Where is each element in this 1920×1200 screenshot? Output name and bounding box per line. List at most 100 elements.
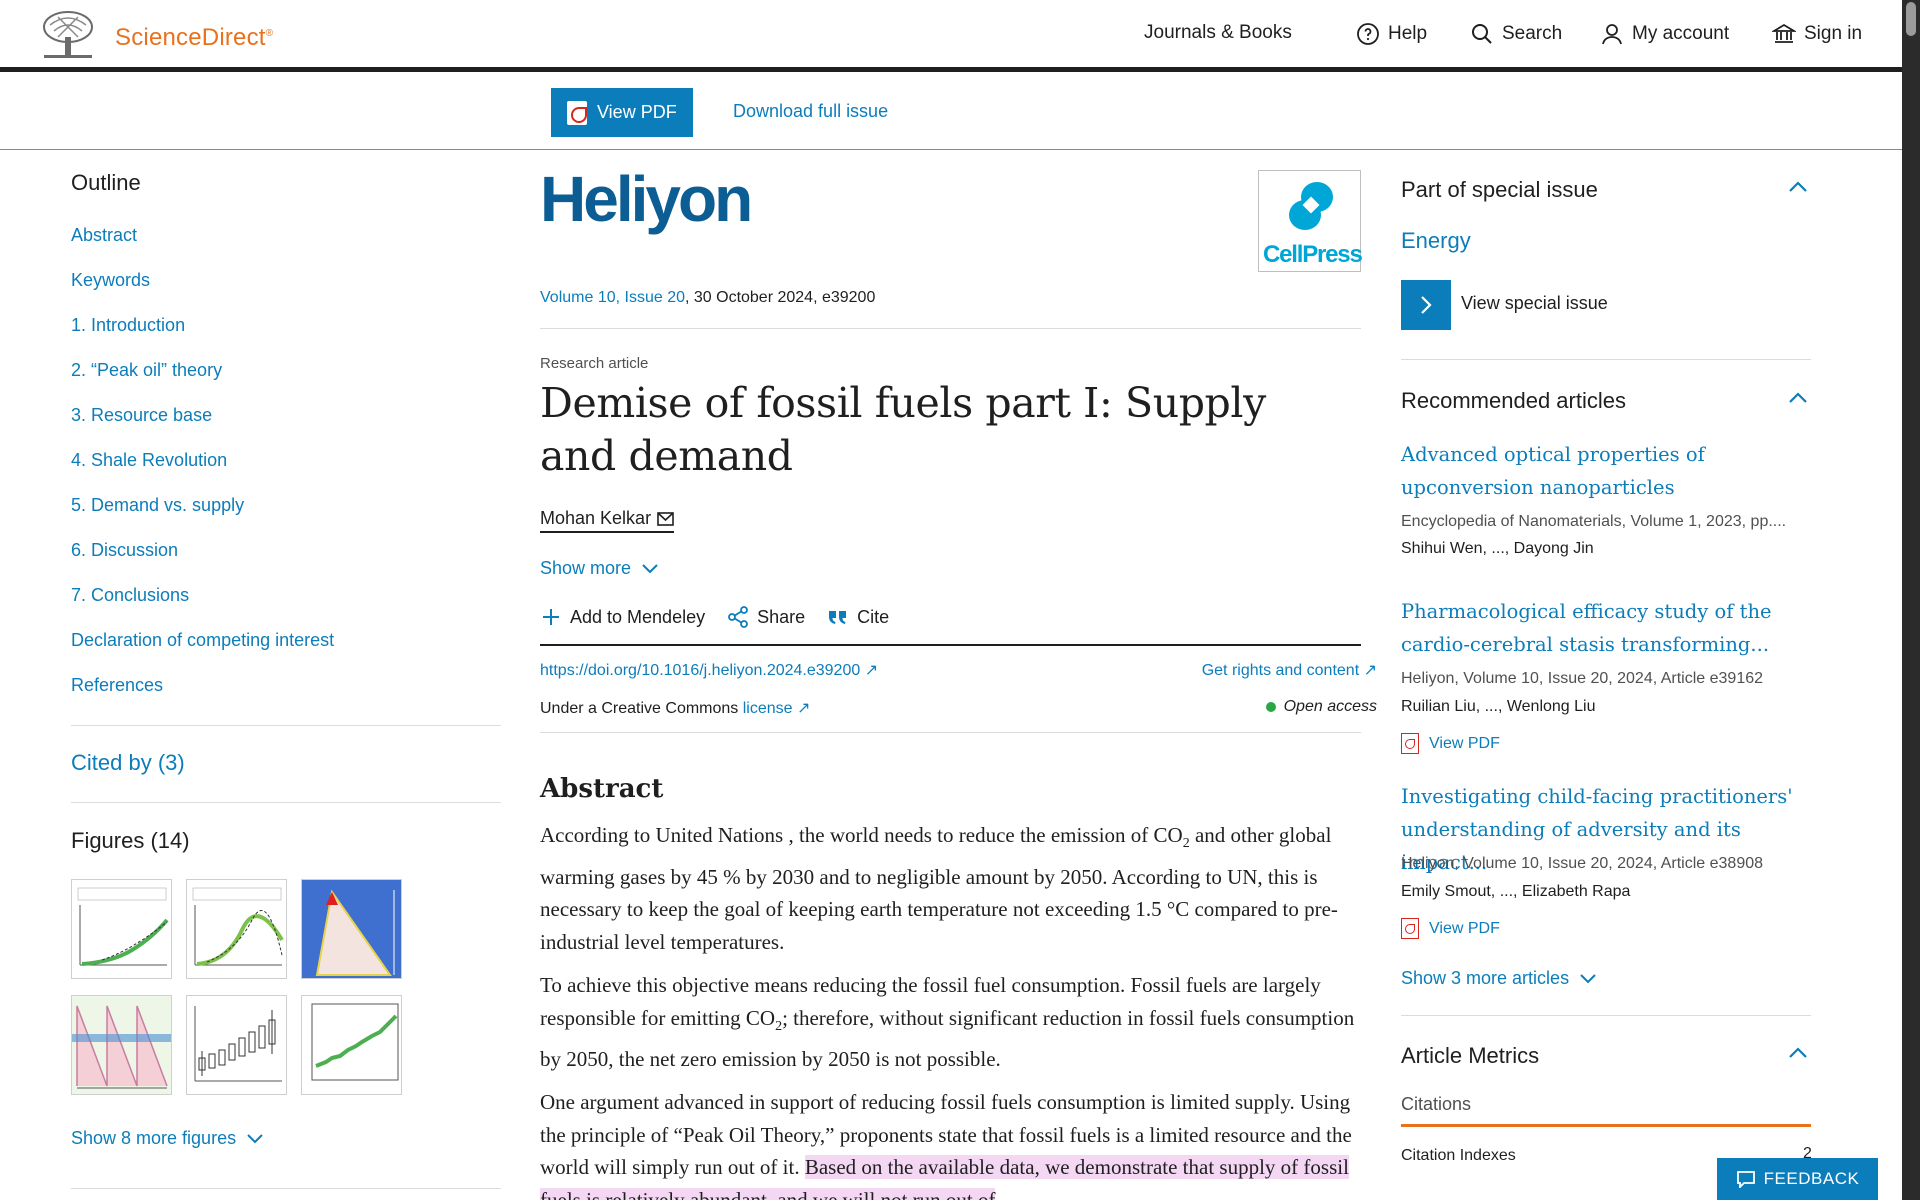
- doi-link[interactable]: https://doi.org/10.1016/j.heliyon.2024.e…: [540, 660, 878, 680]
- tab-citations[interactable]: Citations: [1401, 1094, 1811, 1127]
- article-type: Research article: [540, 355, 649, 372]
- cited-by-link[interactable]: Cited by (3): [71, 750, 185, 776]
- figures-heading: Figures (14): [71, 828, 190, 853]
- share-button[interactable]: Share: [727, 606, 805, 628]
- scrollbar[interactable]: [1902, 0, 1920, 1200]
- recommended-view-pdf-link[interactable]: View PDF: [1401, 918, 1500, 939]
- outline-item-shale[interactable]: 4. Shale Revolution: [71, 447, 501, 492]
- user-icon: [1602, 24, 1622, 45]
- divider: [540, 732, 1361, 733]
- outline-item-peak-oil[interactable]: 2. “Peak oil” theory: [71, 357, 501, 402]
- license-line: Under a Creative Commons license ↗: [540, 700, 811, 717]
- chevron-up-icon[interactable]: [1787, 387, 1809, 409]
- plus-icon: [543, 609, 559, 625]
- recommended-view-pdf-link[interactable]: View PDF: [1401, 733, 1500, 754]
- journals-books-link[interactable]: Journals & Books: [1144, 22, 1292, 44]
- abstract-heading: Abstract: [540, 774, 664, 804]
- special-issue-link[interactable]: Energy: [1401, 228, 1471, 254]
- chevron-up-icon[interactable]: [1787, 176, 1809, 198]
- outline-item-discussion[interactable]: 6. Discussion: [71, 537, 501, 582]
- chevron-down-icon: [1580, 973, 1596, 983]
- outline-item-keywords[interactable]: Keywords: [71, 267, 501, 312]
- divider: [71, 802, 501, 803]
- open-access-badge: Open access: [1265, 698, 1377, 716]
- view-special-issue-button[interactable]: [1401, 280, 1451, 330]
- outline-item-conclusions[interactable]: 7. Conclusions: [71, 582, 501, 627]
- pdf-icon: [1401, 918, 1419, 939]
- chat-bubble-icon: [1736, 1171, 1755, 1188]
- recommended-article-authors: Shihui Wen, ..., Dayong Jin: [1401, 540, 1594, 557]
- search-link[interactable]: Search: [1470, 22, 1562, 46]
- cellpress-logo[interactable]: CellPress: [1258, 170, 1363, 272]
- figure-thumbnail[interactable]: [301, 879, 402, 979]
- journal-logo[interactable]: Heliyon: [540, 162, 753, 236]
- article-title: Demise of fossil fuels part I: Supply an…: [540, 379, 1266, 480]
- download-full-issue-link[interactable]: Download full issue: [733, 101, 888, 122]
- pdf-icon: [1401, 733, 1419, 754]
- quote-icon: [829, 611, 847, 624]
- chevron-down-icon: [247, 1133, 263, 1143]
- recommended-article-title[interactable]: Pharmacological efficacy study of the ca…: [1401, 595, 1811, 661]
- outline-panel: Outline Abstract Keywords 1. Introductio…: [71, 170, 501, 717]
- volume-issue-link[interactable]: Volume 10, Issue 20: [540, 289, 685, 306]
- abstract-paragraph: According to United Nations , the world …: [540, 823, 1338, 954]
- article-metrics-heading: Article Metrics: [1401, 1043, 1540, 1068]
- abstract-paragraph: To achieve this objective means reducing…: [540, 973, 1355, 1072]
- cite-button[interactable]: Cite: [827, 606, 889, 628]
- elsevier-tree-logo-icon[interactable]: [38, 9, 98, 61]
- feedback-button[interactable]: FEEDBACK: [1717, 1158, 1878, 1200]
- recommended-article-meta: Encyclopedia of Nanomaterials, Volume 1,…: [1401, 513, 1787, 530]
- outline-item-resource-base[interactable]: 3. Resource base: [71, 402, 501, 447]
- show-more-figures-button[interactable]: Show 8 more figures: [71, 1128, 264, 1149]
- view-pdf-button[interactable]: View PDF: [551, 88, 693, 137]
- divider: [1401, 1015, 1811, 1016]
- show-more-articles-button[interactable]: Show 3 more articles: [1401, 968, 1597, 989]
- author-button[interactable]: Mohan Kelkar: [540, 508, 675, 533]
- email-icon: [657, 511, 674, 526]
- pdf-icon: [567, 100, 587, 125]
- cellpress-mark-icon: [1289, 182, 1333, 230]
- view-special-issue-label[interactable]: View special issue: [1461, 293, 1608, 314]
- figure-thumbnail[interactable]: [71, 879, 172, 979]
- institution-icon: [1772, 23, 1796, 43]
- recommended-article-authors: Emily Smout, ..., Elizabeth Rapa: [1401, 883, 1631, 900]
- scrollbar-thumb[interactable]: [1906, 2, 1916, 36]
- figure-thumbnail[interactable]: [301, 995, 402, 1095]
- divider: [1401, 359, 1811, 360]
- outline-item-abstract[interactable]: Abstract: [71, 222, 501, 267]
- help-icon: [1357, 23, 1379, 45]
- figure-thumbnail[interactable]: [186, 995, 287, 1095]
- top-navigation-bar: ScienceDirect® Journals & Books Help Sea…: [0, 0, 1902, 72]
- recommended-article-authors: Ruilian Liu, ..., Wenlong Liu: [1401, 698, 1596, 715]
- show-more-button[interactable]: Show more: [540, 558, 659, 579]
- sciencedirect-logo[interactable]: ScienceDirect®: [115, 24, 273, 52]
- recommended-heading: Recommended articles: [1401, 388, 1626, 413]
- abstract-paragraph: One argument advanced in support of redu…: [540, 1086, 1370, 1200]
- recommended-article-title[interactable]: Advanced optical properties of upconvers…: [1401, 438, 1811, 504]
- article-actions: Add to Mendeley Share Cite: [540, 606, 1361, 646]
- divider: [540, 328, 1361, 329]
- outline-item-demand-supply[interactable]: 5. Demand vs. supply: [71, 492, 501, 537]
- article-toolbar: View PDF Download full issue: [0, 77, 1902, 150]
- special-issue-heading: Part of special issue: [1401, 177, 1598, 202]
- outline-item-competing-interest[interactable]: Declaration of competing interest: [71, 627, 501, 672]
- license-link[interactable]: license ↗: [743, 700, 811, 717]
- figure-thumbnail[interactable]: [186, 879, 287, 979]
- outline-item-references[interactable]: References: [71, 672, 501, 717]
- sign-in-link[interactable]: Sign in: [1772, 22, 1862, 46]
- divider: [71, 725, 501, 726]
- volume-info: Volume 10, Issue 20, 30 October 2024, e3…: [540, 289, 876, 306]
- chevron-up-icon[interactable]: [1787, 1042, 1809, 1064]
- my-account-link[interactable]: My account: [1600, 22, 1729, 46]
- recommended-article-meta: Heliyon, Volume 10, Issue 20, 2024, Arti…: [1401, 855, 1764, 872]
- outline-item-introduction[interactable]: 1. Introduction: [71, 312, 501, 357]
- outline-title: Outline: [71, 170, 141, 195]
- get-rights-link[interactable]: Get rights and content ↗: [1202, 660, 1377, 680]
- chevron-down-icon: [642, 563, 658, 573]
- add-to-mendeley-button[interactable]: Add to Mendeley: [540, 606, 705, 628]
- recommended-article-meta: Heliyon, Volume 10, Issue 20, 2024, Arti…: [1401, 670, 1764, 687]
- figure-thumbnail[interactable]: [71, 995, 172, 1095]
- help-link[interactable]: Help: [1356, 22, 1427, 46]
- status-dot-icon: [1265, 702, 1276, 712]
- divider: [71, 1188, 501, 1189]
